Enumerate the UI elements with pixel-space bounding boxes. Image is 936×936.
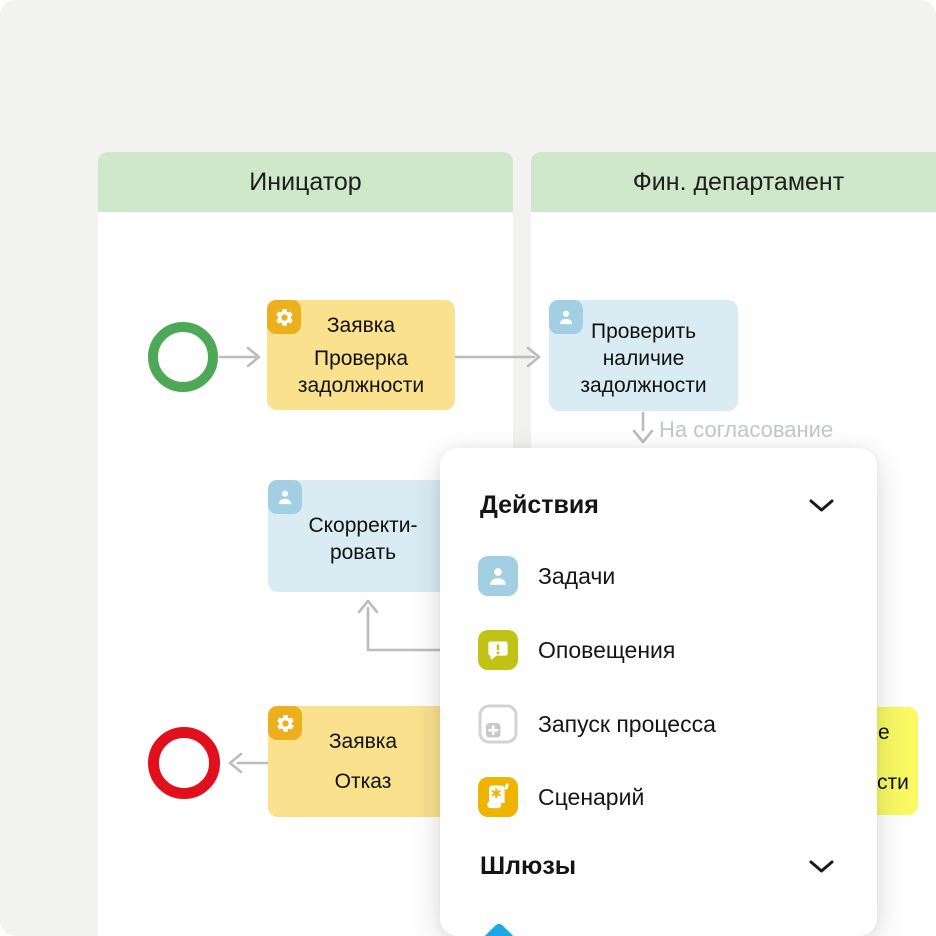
lane-header-fin-department[interactable]: Фин. департамент [531, 152, 936, 212]
gear-icon [267, 300, 301, 334]
palette-item-label: Сценарий [538, 784, 644, 811]
palette-item-label: Задачи [538, 563, 615, 590]
palette-item-scenario[interactable]: Сценарий [478, 777, 644, 817]
process-editor-canvas: Иницатор Фин. департамент На согласовани… [0, 0, 936, 936]
section-title: Действия [480, 491, 599, 520]
palette-item-label: Оповещения [538, 637, 675, 664]
task-title: Заявка [327, 312, 395, 339]
chevron-down-icon[interactable] [808, 852, 835, 881]
task-name: Отказ [335, 768, 392, 795]
process-start-icon [478, 704, 518, 744]
task-name: Скорректи- ровать [308, 512, 417, 566]
task-name: Проверить наличие задолжности [580, 318, 706, 399]
lane-header-initiator[interactable]: Иницатор [98, 152, 513, 212]
task-node-correct[interactable]: Скорректи- ровать [268, 480, 458, 592]
start-event-circle[interactable] [148, 322, 218, 392]
section-header-gateways[interactable]: Шлюзы [480, 852, 835, 881]
palette-item-process-start[interactable]: Запуск процесса [478, 704, 716, 744]
scenario-icon [478, 777, 518, 817]
user-task-icon [478, 556, 518, 596]
task-node-request-debt-check[interactable]: Заявка Проверка задолжности [267, 300, 455, 410]
palette-item-label: Запуск процесса [538, 711, 716, 738]
section-title: Шлюзы [480, 852, 576, 881]
palette-item-tasks[interactable]: Задачи [478, 556, 615, 596]
sticky-text-fragment: е [878, 721, 890, 745]
notification-icon [478, 630, 518, 670]
task-node-verify-debt[interactable]: Проверить наличие задолжности [549, 300, 738, 411]
task-title: Заявка [329, 728, 397, 755]
end-event-circle[interactable] [148, 727, 220, 799]
task-name: Проверка задолжности [298, 345, 424, 399]
element-palette-popup: Действия Задачи Оповещения [440, 448, 877, 936]
gateway-diamond-icon[interactable] [477, 921, 521, 936]
gear-icon [268, 706, 302, 740]
task-node-request-reject[interactable]: Заявка Отказ [268, 706, 458, 817]
sticky-text-fragment: сти [877, 771, 909, 795]
sequence-flow-label: На согласование [659, 417, 833, 443]
user-icon [549, 300, 583, 334]
lane-title: Фин. департамент [633, 168, 844, 197]
lane-title: Иницатор [249, 168, 361, 197]
chevron-down-icon[interactable] [808, 491, 835, 520]
palette-item-notifications[interactable]: Оповещения [478, 630, 675, 670]
user-icon [268, 480, 302, 514]
section-header-actions[interactable]: Действия [480, 491, 835, 520]
